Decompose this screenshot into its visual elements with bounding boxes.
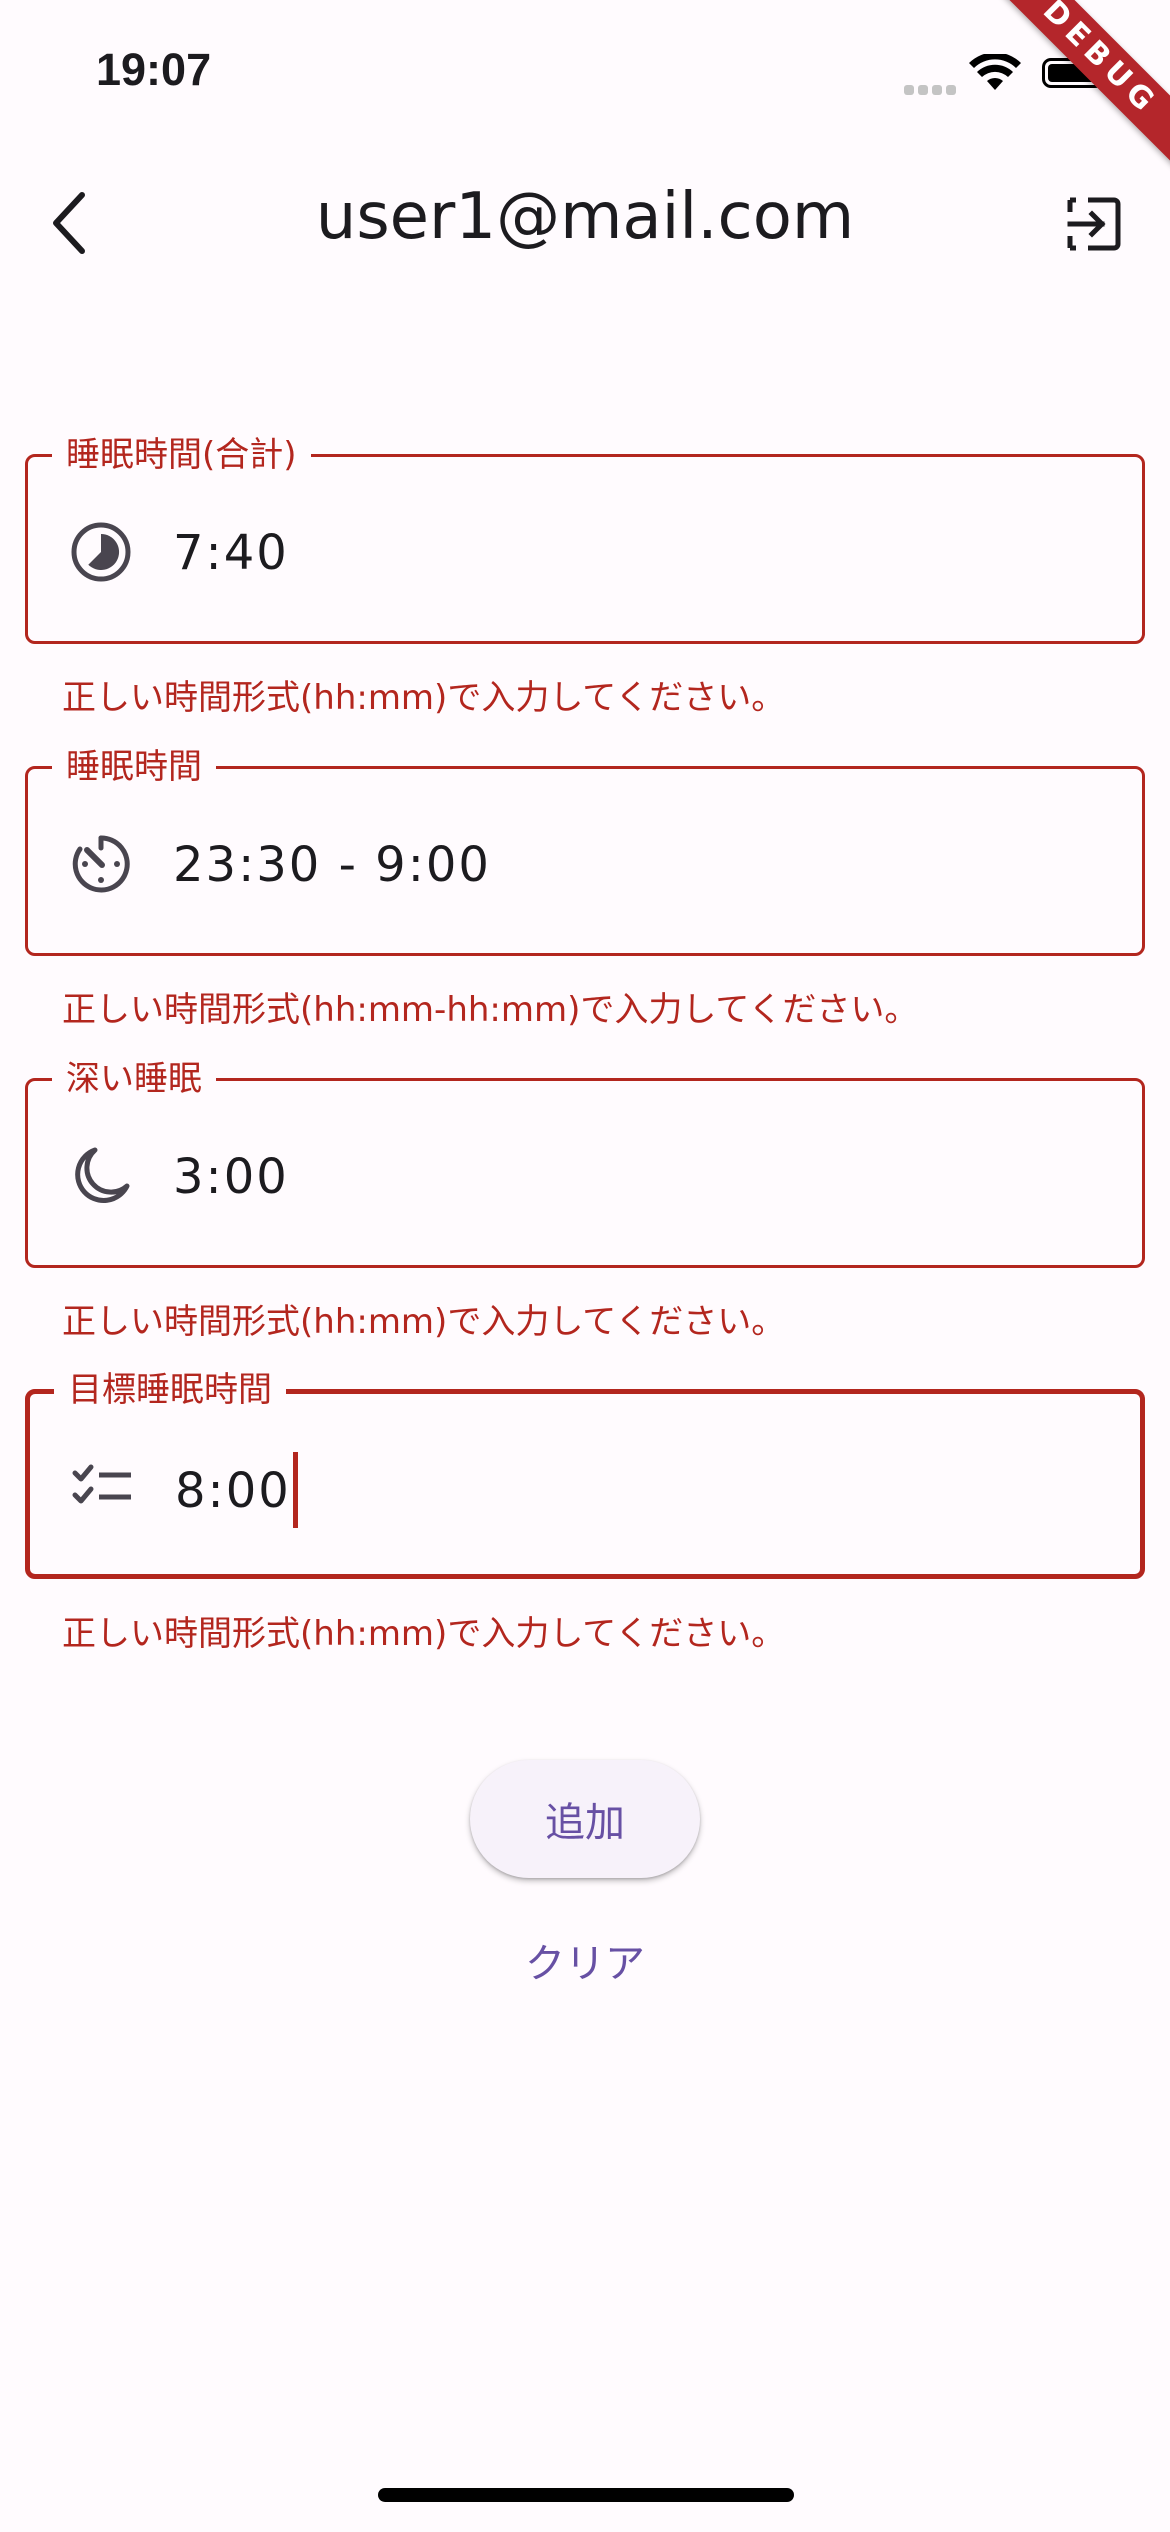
- target-sleep-label: 目標睡眠時間: [54, 1366, 286, 1414]
- target-sleep-input[interactable]: 8:00: [175, 1452, 298, 1532]
- target-sleep-error: 正しい時間形式(hh:mm)で入力してください。: [62, 1614, 786, 1654]
- target-sleep-value: 8:00: [175, 1463, 291, 1519]
- logout-button[interactable]: [1062, 192, 1126, 256]
- sleep-time-range-label: 睡眠時間: [52, 743, 216, 791]
- debug-banner: DEBUG: [956, 0, 1170, 202]
- home-indicator[interactable]: [378, 2488, 794, 2502]
- total-sleep-error: 正しい時間形式(hh:mm)で入力してください。: [62, 678, 786, 718]
- checklist-icon: [68, 1452, 138, 1522]
- clear-button[interactable]: クリア: [470, 1905, 700, 2015]
- text-cursor: [292, 1452, 298, 1528]
- deep-sleep-error: 正しい時間形式(hh:mm)で入力してください。: [62, 1302, 786, 1342]
- sleep-time-range-error: 正しい時間形式(hh:mm-hh:mm)で入力してください。: [62, 990, 919, 1030]
- page-title: user1@mail.com: [315, 180, 855, 254]
- deep-sleep-field[interactable]: 深い睡眠 3:00: [25, 1055, 1145, 1268]
- cellular-signal-icon: [904, 80, 960, 99]
- wifi-icon: [969, 54, 1021, 90]
- logout-icon: [1067, 197, 1121, 251]
- deep-sleep-label: 深い睡眠: [52, 1055, 216, 1103]
- timer-icon: [66, 829, 136, 899]
- sleep-time-range-field[interactable]: 睡眠時間 23:30 - 9:00: [25, 743, 1145, 956]
- total-sleep-label: 睡眠時間(合計): [52, 431, 311, 479]
- status-time: 19:07: [96, 44, 212, 95]
- moon-icon: [66, 1141, 136, 1211]
- total-sleep-input[interactable]: 7:40: [173, 523, 289, 583]
- total-sleep-field[interactable]: 睡眠時間(合計) 7:40: [25, 431, 1145, 644]
- clock-icon: [66, 517, 136, 587]
- add-button[interactable]: 追加: [470, 1760, 700, 1878]
- deep-sleep-input[interactable]: 3:00: [173, 1147, 289, 1207]
- sleep-time-range-input[interactable]: 23:30 - 9:00: [173, 835, 491, 895]
- target-sleep-field[interactable]: 目標睡眠時間 8:00: [25, 1366, 1145, 1579]
